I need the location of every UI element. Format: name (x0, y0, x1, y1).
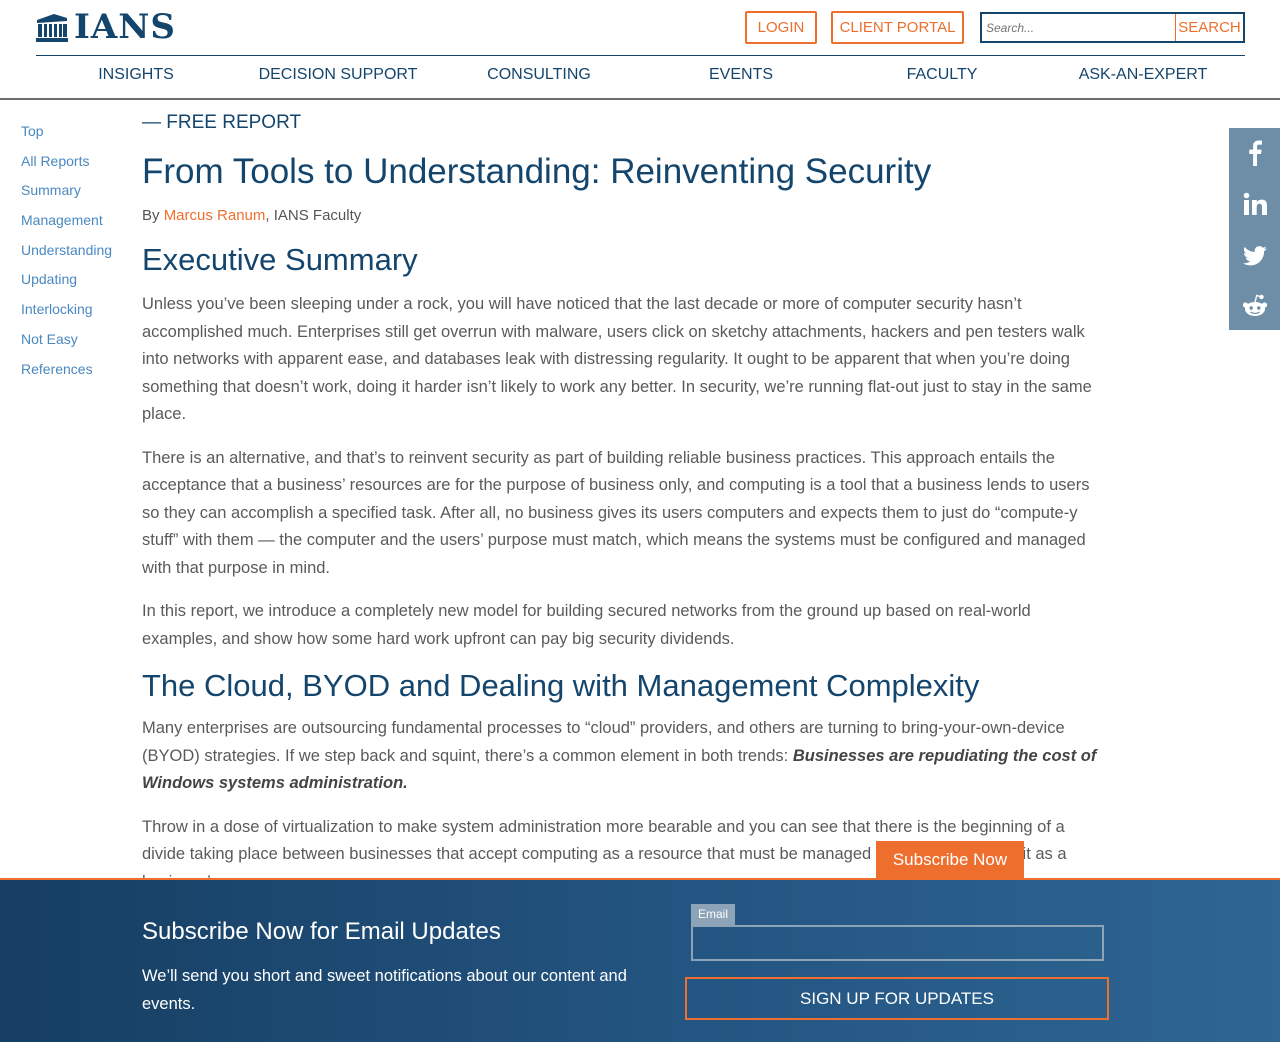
logo-text: IANS (74, 7, 176, 47)
article-title: From Tools to Understanding: Reinventing… (142, 152, 932, 191)
site-header: IANS LOGIN CLIENT PORTAL SEARCH INSIGHTS… (0, 0, 1280, 100)
subscribe-banner: Subscribe Now for Email Updates We’ll se… (0, 878, 1280, 1042)
sidebar-item-all-reports[interactable]: All Reports (21, 150, 112, 180)
sidebar-item-not-easy[interactable]: Not Easy (21, 328, 112, 358)
paragraph: There is an alternative, and that’s to r… (142, 448, 1090, 577)
linkedin-icon (1243, 192, 1267, 215)
subscribe-title: Subscribe Now for Email Updates (142, 918, 501, 945)
paragraph: Many enterprises are outsourcing fundame… (142, 715, 1110, 798)
author-link[interactable]: Marcus Ranum (164, 207, 266, 224)
social-share-bar (1229, 128, 1280, 330)
article-byline: By Marcus Ranum, IANS Faculty (142, 207, 1110, 224)
share-facebook-button[interactable] (1229, 128, 1280, 178)
sidebar-item-updating[interactable]: Updating (21, 268, 112, 298)
search-input[interactable] (982, 14, 1175, 41)
search-box: SEARCH (980, 12, 1245, 43)
header-divider (36, 55, 1245, 56)
nav-decision-support[interactable]: DECISION SUPPORT (259, 66, 418, 84)
article-content: — FREE REPORT From Tools to Understandin… (142, 112, 1110, 896)
section-heading-cloud-byod: The Cloud, BYOD and Dealing with Managem… (142, 668, 980, 703)
section-heading-executive-summary: Executive Summary (142, 242, 418, 277)
sidebar-item-understanding[interactable]: Understanding (21, 239, 112, 269)
client-portal-button[interactable]: CLIENT PORTAL (831, 11, 964, 44)
paragraph: In this report, we introduce a completel… (142, 602, 1031, 648)
nav-events[interactable]: EVENTS (709, 66, 773, 84)
twitter-icon (1242, 246, 1267, 266)
building-logo-icon (36, 14, 68, 42)
nav-consulting[interactable]: CONSULTING (487, 66, 591, 84)
nav-faculty[interactable]: FACULTY (907, 66, 978, 84)
ians-logo[interactable]: IANS (36, 10, 176, 44)
sidebar-item-top[interactable]: Top (21, 120, 112, 150)
byline-suffix: , IANS Faculty (265, 207, 362, 224)
subscribe-now-tab[interactable]: Subscribe Now (876, 841, 1024, 879)
search-button[interactable]: SEARCH (1175, 14, 1243, 41)
login-button[interactable]: LOGIN (745, 11, 817, 44)
nav-insights[interactable]: INSIGHTS (98, 66, 174, 84)
share-reddit-button[interactable] (1229, 281, 1280, 331)
sidebar-item-summary[interactable]: Summary (21, 179, 112, 209)
report-kicker: — FREE REPORT (142, 112, 302, 133)
subscribe-description: We’ll send you short and sweet notificat… (142, 967, 627, 1013)
main-nav: INSIGHTS DECISION SUPPORT CONSULTING EVE… (36, 66, 1245, 90)
nav-ask-an-expert[interactable]: ASK-AN-EXPERT (1079, 66, 1208, 84)
share-twitter-button[interactable] (1229, 231, 1280, 281)
report-sidebar-nav: Top All Reports Summary Management Under… (21, 120, 112, 387)
reddit-icon (1242, 294, 1267, 316)
share-linkedin-button[interactable] (1229, 179, 1280, 229)
facebook-icon (1248, 140, 1262, 166)
byline-prefix: By (142, 207, 164, 224)
sidebar-item-interlocking[interactable]: Interlocking (21, 298, 112, 328)
email-field-label: Email (691, 904, 736, 925)
sidebar-item-references[interactable]: References (21, 358, 112, 388)
email-field[interactable] (691, 925, 1104, 961)
sign-up-button[interactable]: SIGN UP FOR UPDATES (685, 977, 1109, 1020)
paragraph: Unless you’ve been sleeping under a rock… (142, 295, 1092, 423)
sidebar-item-management[interactable]: Management (21, 209, 112, 239)
